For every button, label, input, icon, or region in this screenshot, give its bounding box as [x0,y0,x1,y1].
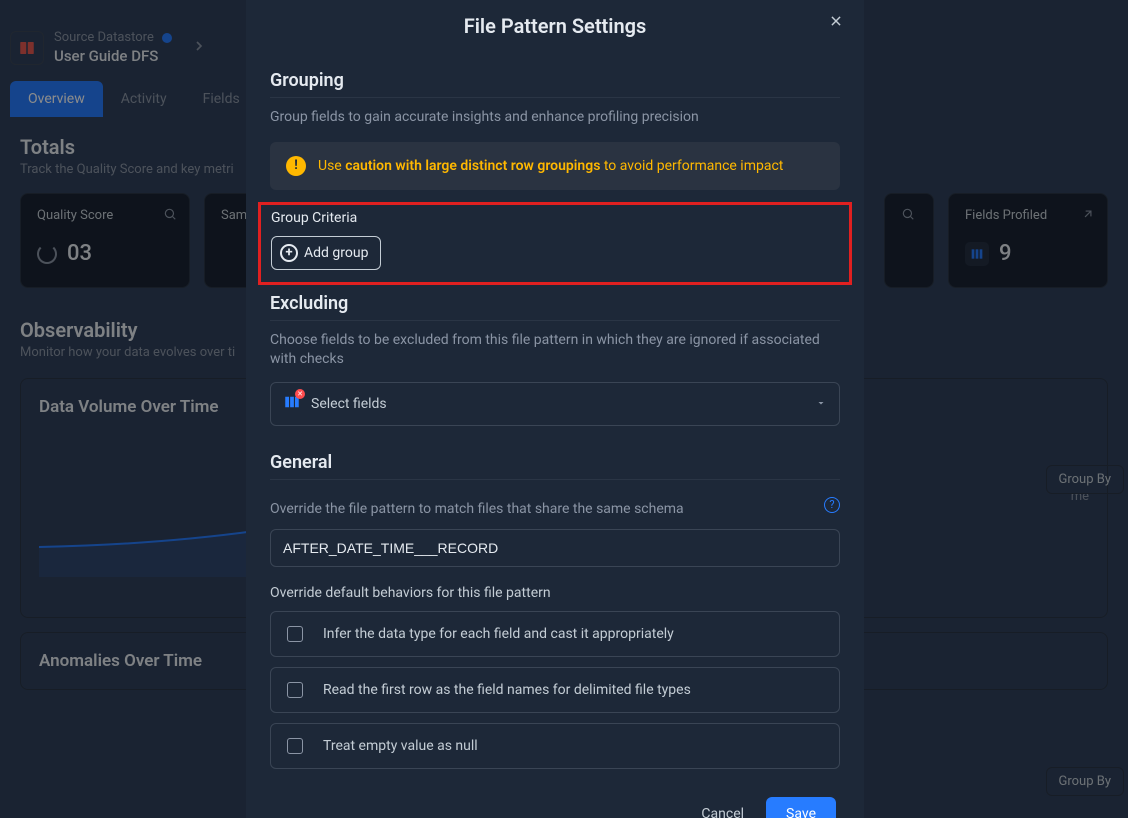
plus-circle-icon: + [280,244,298,262]
option-first-row-field-names[interactable]: Read the first row as the field names fo… [270,667,840,713]
general-sub: Override the file pattern to match files… [270,500,684,520]
card-unknown[interactable] [884,193,934,288]
group-by-button[interactable]: Group By [1046,465,1125,494]
cancel-button[interactable]: Cancel [701,806,744,818]
behaviors-label: Override default behaviors for this file… [270,585,840,601]
warning-alert: ! Use caution with large distinct row gr… [270,142,840,190]
info-icon [161,32,173,44]
excluding-sub: Choose fields to be excluded from this f… [270,331,840,370]
option-label: Infer the data type for each field and c… [323,626,674,642]
columns-icon: ✕ [283,393,301,415]
file-pattern-input[interactable] [270,529,840,567]
breadcrumb-label: Source Datastore [54,30,154,45]
card-quality-score[interactable]: Quality Score 03 [20,193,190,288]
warning-text: Use caution with large distinct row grou… [318,158,783,174]
add-group-label: Add group [304,245,368,261]
group-criteria-highlight: Group Criteria + Add group [258,202,852,285]
external-link-icon[interactable] [1081,206,1095,225]
excluding-title: Excluding [270,293,840,314]
card-label: Fields Profiled [965,208,1091,223]
columns-icon [965,242,989,266]
chevron-right-icon [191,38,207,58]
checkbox[interactable] [287,626,303,642]
close-icon [829,14,843,28]
spinner-icon [37,244,57,264]
chevron-down-icon [815,394,827,413]
checkbox[interactable] [287,738,303,754]
option-infer-data-type[interactable]: Infer the data type for each field and c… [270,611,840,657]
general-title: General [270,452,840,473]
search-icon[interactable] [901,206,915,225]
option-treat-empty-null[interactable]: Treat empty value as null [270,723,840,769]
checkbox[interactable] [287,682,303,698]
group-criteria-label: Group Criteria [271,210,839,226]
close-button[interactable] [826,11,846,31]
tab-activity[interactable]: Activity [103,81,185,117]
group-by-button[interactable]: Group By [1046,767,1125,796]
datastore-icon [10,31,44,65]
card-value: 03 [67,241,92,266]
breadcrumb-item[interactable]: Source Datastore User Guide DFS [54,30,173,65]
save-button[interactable]: Save [766,797,836,818]
exclude-fields-select[interactable]: ✕ Select fields [270,382,840,426]
modal-title: File Pattern Settings [464,14,647,38]
tab-overview[interactable]: Overview [10,81,103,117]
card-label: Sam [221,208,247,223]
card-label: Quality Score [37,208,173,223]
card-fields-profiled[interactable]: Fields Profiled 9 [948,193,1108,288]
breadcrumb-title: User Guide DFS [54,47,173,65]
option-label: Read the first row as the field names fo… [323,682,691,698]
warning-icon: ! [286,156,306,176]
search-icon[interactable] [163,206,177,225]
select-placeholder: Select fields [311,396,387,412]
help-icon[interactable]: ? [824,497,840,513]
option-label: Treat empty value as null [323,738,478,754]
add-group-button[interactable]: + Add group [271,236,381,270]
card-value: 9 [999,241,1012,266]
file-pattern-settings-modal: File Pattern Settings Grouping Group fie… [246,0,864,818]
grouping-title: Grouping [270,70,840,91]
grouping-sub: Group fields to gain accurate insights a… [270,108,840,128]
